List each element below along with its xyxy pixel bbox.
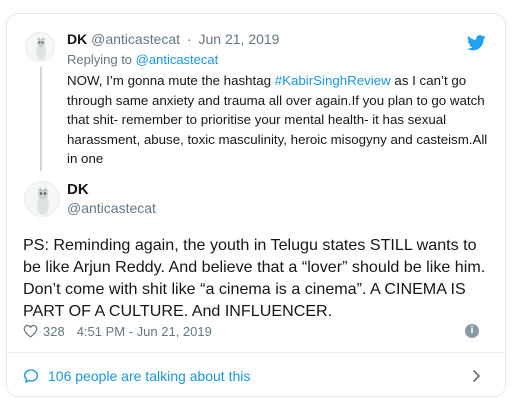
hashtag-link[interactable]: #KabirSinghReview [275, 73, 391, 88]
replying-to-line: Replying to @anticastecat [67, 52, 218, 67]
like-count[interactable]: 328 [43, 324, 65, 339]
talking-count-text[interactable]: 106 people are talking about this [48, 368, 250, 384]
chevron-right-icon[interactable] [472, 369, 481, 383]
parent-tweet-text: NOW, I’m gonna mute the hashtag #KabirSi… [67, 71, 499, 169]
replying-to-label: Replying to [67, 52, 133, 67]
embedded-tweet-card: DK @anticastecat · Jun 21, 2019 Replying… [6, 13, 506, 397]
tweet-meta-row: 328 4:51 PM - Jun 21, 2019 [23, 322, 212, 340]
tweet-text: PS: Reminding again, the youth in Telugu… [23, 236, 486, 320]
author-name[interactable]: DK [67, 181, 89, 198]
heart-icon[interactable] [23, 324, 38, 338]
footer-divider [7, 352, 505, 353]
author-handle[interactable]: @anticastecat [67, 200, 156, 216]
parent-date-link[interactable]: Jun 21, 2019 [199, 31, 280, 47]
speech-bubble-icon [23, 369, 39, 384]
parent-author-name[interactable]: DK [67, 31, 87, 47]
parent-header: DK @anticastecat · Jun 21, 2019 [67, 31, 279, 47]
author-avatar[interactable] [24, 181, 60, 217]
tweet-timestamp-link[interactable]: 4:51 PM - Jun 21, 2019 [77, 324, 212, 339]
parent-tweet[interactable]: DK @anticastecat · Jun 21, 2019 Replying… [7, 14, 505, 172]
twitter-bird-icon[interactable] [467, 35, 486, 51]
replying-to-handle-link[interactable]: @anticastecat [136, 52, 219, 67]
header-separator: · [186, 31, 192, 47]
thread-connector-line [40, 67, 42, 171]
info-icon[interactable]: i [465, 324, 479, 338]
parent-author-handle[interactable]: @anticastecat [91, 31, 180, 47]
conversation-link[interactable]: 106 people are talking about this [23, 364, 493, 388]
parent-text-start: NOW, I’m gonna mute the hashtag [67, 73, 275, 88]
parent-avatar[interactable] [25, 32, 55, 62]
